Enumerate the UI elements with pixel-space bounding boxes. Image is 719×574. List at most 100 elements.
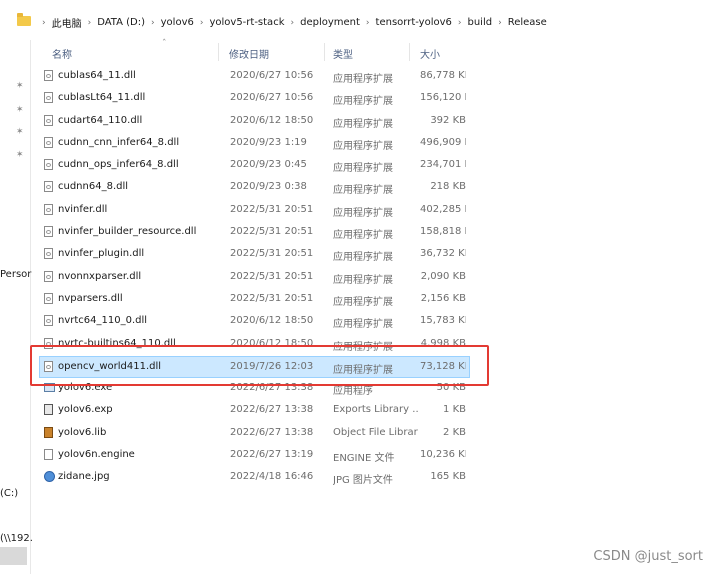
breadcrumb-yolov5-rt-stack[interactable]: yolov5-rt-stack <box>209 17 284 28</box>
chevron-right-icon[interactable]: › <box>200 18 204 28</box>
file-row[interactable]: yolov6n.engine 2022/6/27 13:19 ENGINE 文件 10… <box>40 445 470 467</box>
file-row[interactable]: nvinfer_builder_resource.dll 2022/5/31 20… <box>40 222 470 244</box>
file-date-modified: 2022/4/18 16:46 <box>230 471 314 483</box>
file-date-modified: 2022/5/31 20:51 <box>230 203 314 215</box>
file-date-modified: 2020/9/23 1:19 <box>230 136 307 148</box>
breadcrumb-build[interactable]: build <box>468 17 493 28</box>
file-size: 4,998 KB <box>420 337 466 349</box>
nav-item-personal[interactable]: Persor <box>0 269 31 280</box>
file-name: cudnn64_8.dll <box>58 181 129 193</box>
breadcrumb-drive-d[interactable]: DATA (D:) <box>97 17 145 28</box>
pin-icon[interactable]: ✶ <box>16 151 24 160</box>
file-size: 496,909 KB <box>420 136 466 148</box>
file-name: nvinfer_plugin.dll <box>58 248 145 260</box>
file-name: nvinfer.dll <box>58 203 108 215</box>
column-name[interactable]: 名称 <box>52 46 72 61</box>
file-size: 2 KB <box>443 426 466 438</box>
chevron-right-icon[interactable]: › <box>151 18 155 28</box>
column-divider[interactable] <box>324 43 325 61</box>
nav-item-network-share[interactable]: (\\192. <box>0 533 33 544</box>
address-bar[interactable]: › 此电脑 › DATA (D:) › yolov6 › yolov5-rt-s… <box>0 0 719 40</box>
file-row[interactable]: cudnn_cnn_infer64_8.dll 2020/9/23 1:19 应用程… <box>40 133 470 155</box>
file-name: cudart64_110.dll <box>58 114 143 126</box>
chevron-right-icon[interactable]: › <box>366 18 370 28</box>
file-name: cudnn_ops_infer64_8.dll <box>58 159 179 171</box>
breadcrumb-tensorrt-yolov6[interactable]: tensorrt-yolov6 <box>376 17 452 28</box>
dll-file-icon <box>44 292 53 304</box>
file-name: yolov6.lib <box>58 426 107 438</box>
file-row[interactable]: cudart64_110.dll 2020/6/12 18:50 应用程序扩展 392… <box>40 111 470 133</box>
file-type: 应用程序扩展 <box>333 118 393 130</box>
chevron-right-icon[interactable]: › <box>498 18 502 28</box>
file-row[interactable]: cudnn64_8.dll 2020/9/23 0:38 应用程序扩展 218 KB <box>40 177 470 199</box>
dll-file-icon <box>44 315 53 327</box>
file-type: 应用程序扩展 <box>333 252 393 264</box>
file-row[interactable]: yolov6.lib 2022/6/27 13:38 Object File Lib… <box>40 423 470 445</box>
file-row[interactable]: yolov6.exp 2022/6/27 13:38 Exports Library… <box>40 400 470 422</box>
breadcrumb-yolov6[interactable]: yolov6 <box>161 17 194 28</box>
file-date-modified: 2022/6/27 13:38 <box>230 382 314 394</box>
file-type: 应用程序扩展 <box>333 74 393 85</box>
file-size: 50 KB <box>436 382 466 394</box>
file-row[interactable]: nvrtc64_110_0.dll 2020/6/12 18:50 应用程序扩展 15… <box>40 311 470 333</box>
file-row[interactable]: cublasLt64_11.dll 2020/6/27 10:56 应用程序扩展 15… <box>40 88 470 110</box>
file-size: 218 KB <box>430 181 466 193</box>
column-divider[interactable] <box>218 43 219 61</box>
chevron-right-icon[interactable]: › <box>42 18 46 28</box>
file-type: Object File Library <box>333 426 418 438</box>
file-type: Exports Library ... <box>333 404 418 416</box>
pin-icon[interactable]: ✶ <box>16 82 24 91</box>
file-name: nvrtc-builtins64_110.dll <box>58 337 176 349</box>
dll-file-icon <box>44 360 53 372</box>
breadcrumb-release[interactable]: Release <box>508 17 547 28</box>
file-row[interactable]: cudnn_ops_infer64_8.dll 2020/9/23 0:45 应用程… <box>40 155 470 177</box>
column-size[interactable]: 大小 <box>420 46 440 61</box>
file-type: 应用程序扩展 <box>333 364 393 376</box>
chevron-right-icon[interactable]: › <box>290 18 294 28</box>
file-name: cudnn_cnn_infer64_8.dll <box>58 136 180 148</box>
file-row-selected[interactable]: opencv_world411.dll 2019/7/26 12:03 应用程序扩展… <box>39 355 470 379</box>
column-divider[interactable] <box>409 43 410 61</box>
file-row[interactable]: yolov6.exe 2022/6/27 13:38 应用程序 50 KB <box>40 378 470 400</box>
file-row[interactable]: cublas64_11.dll 2020/6/27 10:56 应用程序扩展 86,7… <box>40 66 470 88</box>
dll-file-icon <box>44 114 53 126</box>
file-type: 应用程序扩展 <box>333 140 393 152</box>
breadcrumb-this-pc[interactable]: 此电脑 <box>52 15 82 30</box>
file-row[interactable]: nvonnxparser.dll 2022/5/31 20:51 应用程序扩展 2,0… <box>40 267 470 289</box>
file-date-modified: 2020/6/12 18:50 <box>230 315 314 327</box>
jpg-file-icon <box>44 471 55 483</box>
file-row[interactable]: nvparsers.dll 2022/5/31 20:51 应用程序扩展 2,156 … <box>40 289 470 311</box>
file-date-modified: 2020/6/27 10:56 <box>230 92 314 104</box>
file-type: JPG 图片文件 <box>333 475 393 487</box>
watermark: CSDN @just_sort <box>593 549 703 564</box>
nav-item-drive-c[interactable]: (C:) <box>0 488 18 499</box>
file-row[interactable]: nvrtc-builtins64_110.dll 2020/6/12 18:50 应… <box>40 334 470 356</box>
file-row[interactable]: zidane.jpg 2022/4/18 16:46 JPG 图片文件 165 KB <box>40 467 470 489</box>
file-type: 应用程序扩展 <box>333 96 393 108</box>
file-type: 应用程序扩展 <box>333 230 393 242</box>
file-date-modified: 2022/5/31 20:51 <box>230 292 314 304</box>
breadcrumb-deployment[interactable]: deployment <box>300 17 360 28</box>
file-name: nvonnxparser.dll <box>58 270 142 282</box>
file-date-modified: 2022/5/31 20:51 <box>230 226 314 238</box>
file-type: 应用程序扩展 <box>333 341 393 353</box>
chevron-right-icon[interactable]: › <box>88 18 92 28</box>
chevron-right-icon[interactable]: › <box>458 18 462 28</box>
file-name: nvinfer_builder_resource.dll <box>58 226 197 238</box>
file-row[interactable]: nvinfer.dll 2022/5/31 20:51 应用程序扩展 402,285 … <box>40 200 470 222</box>
file-date-modified: 2020/6/27 10:56 <box>230 70 314 81</box>
dll-file-icon <box>44 136 53 148</box>
dll-file-icon <box>44 226 53 238</box>
dll-file-icon <box>44 248 53 260</box>
column-type[interactable]: 类型 <box>333 46 353 61</box>
file-row[interactable]: nvinfer_plugin.dll 2022/5/31 20:51 应用程序扩展 3… <box>40 244 470 266</box>
dll-file-icon <box>44 203 53 215</box>
pin-icon[interactable]: ✶ <box>16 106 24 115</box>
nav-item-selected[interactable] <box>0 547 27 565</box>
pin-icon[interactable]: ✶ <box>16 128 24 137</box>
file-size: 234,701 KB <box>420 159 466 171</box>
file-size: 10,236 KB <box>420 449 466 461</box>
column-date-modified[interactable]: 修改日期 <box>229 46 269 61</box>
navigation-pane[interactable]: ✶ ✶ ✶ ✶ Persor (C:) (\\192. <box>0 40 33 574</box>
file-type: ENGINE 文件 <box>333 453 395 465</box>
